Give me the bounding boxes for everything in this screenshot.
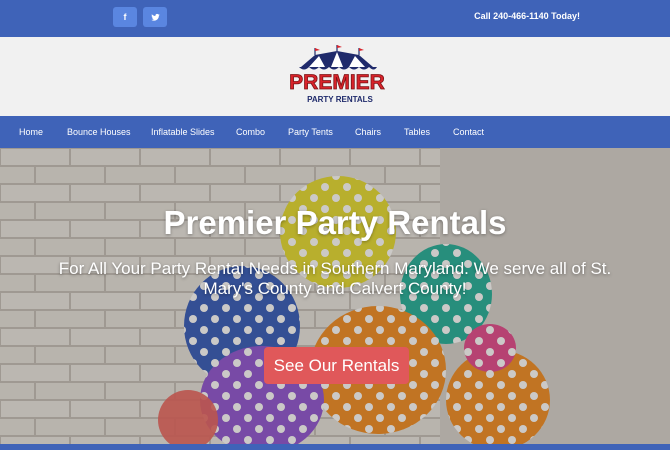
nav-item-home[interactable]: Home bbox=[19, 127, 43, 137]
hero-subtitle: For All Your Party Rental Needs in South… bbox=[58, 259, 612, 298]
nav-item-party-tents[interactable]: Party Tents bbox=[288, 127, 333, 137]
top-bar: f Call 240-466-1140 Today! bbox=[0, 0, 670, 37]
hero-title: Premier Party Rentals bbox=[163, 204, 507, 241]
twitter-button[interactable] bbox=[143, 7, 167, 27]
facebook-icon: f bbox=[123, 12, 127, 22]
nav-item-inflatable-slides[interactable]: Inflatable Slides bbox=[151, 127, 215, 137]
logo-tent-graphic: PREMIER PARTY RENTALS bbox=[289, 45, 385, 104]
svg-text:PARTY RENTALS: PARTY RENTALS bbox=[307, 95, 373, 104]
twitter-icon bbox=[150, 13, 160, 21]
nav-item-bounce-houses[interactable]: Bounce Houses bbox=[67, 127, 131, 137]
main-nav: Home Bounce Houses Inflatable Slides Com… bbox=[0, 116, 670, 148]
nav-item-combo[interactable]: Combo bbox=[236, 127, 265, 137]
hero-section: Premier Party Rentals For All Your Party… bbox=[0, 148, 670, 444]
see-our-rentals-button[interactable]: See Our Rentals bbox=[264, 347, 409, 384]
nav-item-contact[interactable]: Contact bbox=[453, 127, 484, 137]
site-logo[interactable]: PREMIER PARTY RENTALS bbox=[285, 45, 389, 107]
nav-item-tables[interactable]: Tables bbox=[404, 127, 430, 137]
bottom-bar bbox=[0, 444, 670, 450]
call-phone-text[interactable]: Call 240-466-1140 Today! bbox=[474, 11, 580, 21]
facebook-button[interactable]: f bbox=[113, 7, 137, 27]
svg-text:PREMIER: PREMIER bbox=[289, 71, 385, 94]
logo-band: PREMIER PARTY RENTALS bbox=[0, 37, 670, 116]
nav-item-chairs[interactable]: Chairs bbox=[355, 127, 381, 137]
